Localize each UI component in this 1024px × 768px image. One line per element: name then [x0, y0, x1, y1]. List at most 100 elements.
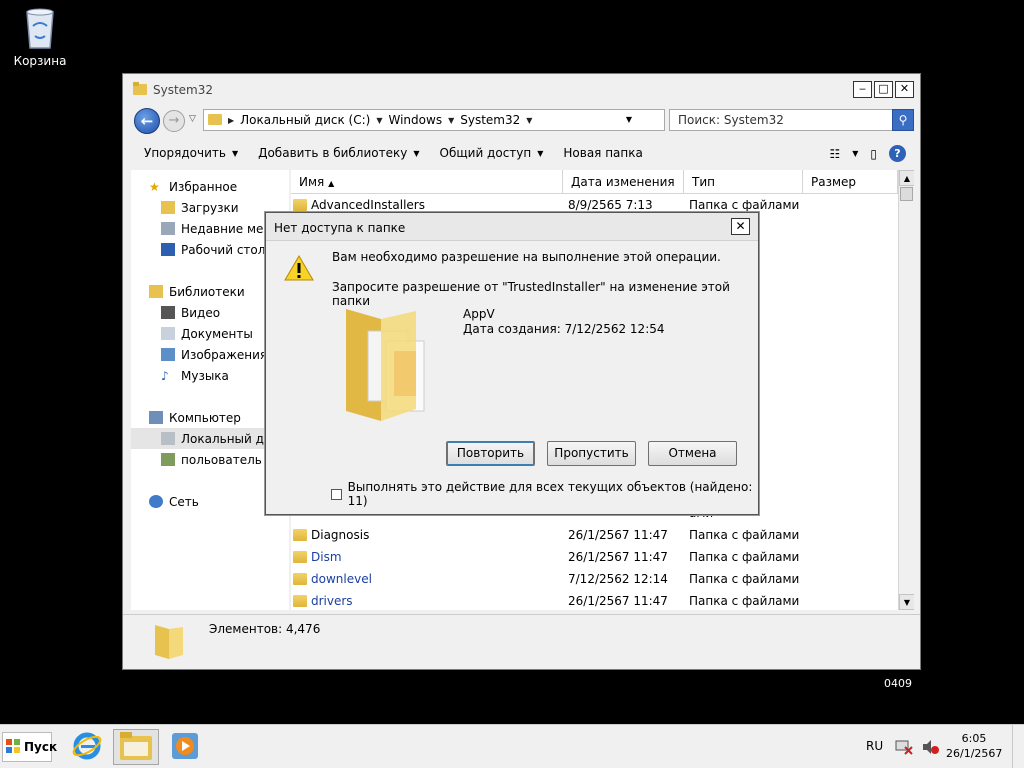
recent-places-icon	[161, 222, 175, 235]
scroll-down-button[interactable]: ▼	[899, 594, 914, 610]
file-type: Папка с файлами	[689, 550, 800, 564]
recycle-bin-label: Корзина	[13, 54, 67, 68]
vertical-scrollbar[interactable]: ▲ ▼	[898, 170, 914, 610]
clock[interactable]: 6:05 26/1/2567	[946, 731, 1002, 761]
folder-icon	[293, 551, 307, 563]
file-name: downlevel	[311, 572, 372, 586]
file-date: 26/1/2567 11:47	[568, 550, 668, 564]
folder-preview-icon	[336, 301, 436, 426]
star-icon: ★	[149, 180, 160, 194]
table-row[interactable]: Dism 26/1/2567 11:47 Папка с файлами	[291, 546, 898, 568]
breadcrumb[interactable]: Windows ▼	[389, 113, 455, 127]
computer-icon	[149, 411, 163, 424]
new-folder-button[interactable]: Новая папка	[563, 146, 642, 160]
view-dropdown-icon[interactable]: ▼	[852, 149, 858, 158]
address-bar[interactable]: ▶ Локальный диск (C:) ▼ Windows ▼ System32…	[203, 109, 692, 131]
desktop-icon	[161, 243, 175, 256]
libraries-icon	[149, 285, 163, 298]
back-button[interactable]: ←	[134, 108, 160, 134]
access-denied-dialog: Нет доступа к папке ✕ Вам необходимо раз…	[265, 212, 759, 515]
video-icon	[161, 306, 175, 319]
scroll-up-button[interactable]: ▲	[899, 170, 914, 186]
minimize-button[interactable]: ‒	[853, 81, 872, 98]
recycle-bin-icon	[23, 6, 57, 50]
search-icon[interactable]: ⚲	[892, 109, 914, 131]
breadcrumb[interactable]: Локальный диск (C:) ▼	[240, 113, 382, 127]
add-to-library-button[interactable]: Добавить в библиотеку ▼	[258, 146, 419, 160]
file-date: 26/1/2567 11:47	[568, 528, 668, 542]
folder-icon	[133, 82, 147, 98]
chevron-icon[interactable]: ▶	[228, 116, 234, 125]
dialog-close-button[interactable]: ✕	[731, 218, 750, 235]
table-row[interactable]: drivers 26/1/2567 11:47 Папка с файлами	[291, 590, 898, 610]
folder-icon	[293, 573, 307, 585]
retry-button[interactable]: Повторить	[446, 441, 535, 466]
file-type: Папка с файлами	[689, 528, 800, 542]
file-name: drivers	[311, 594, 353, 608]
checkbox[interactable]	[331, 488, 342, 500]
file-type: Папка с файлами	[689, 594, 800, 608]
command-bar: Упорядочить ▼ Добавить в библиотеку ▼ Общи…	[123, 138, 920, 168]
table-row[interactable]: Diagnosis 26/1/2567 11:47 Папка с файлами	[291, 524, 898, 546]
images-icon	[161, 348, 175, 361]
organize-button[interactable]: Упорядочить ▼	[144, 146, 238, 160]
volume-muted-icon[interactable]	[921, 739, 939, 758]
column-size[interactable]: Размер	[803, 170, 898, 194]
history-dropdown-icon[interactable]: ▽	[189, 114, 196, 124]
dialog-title-bar[interactable]: Нет доступа к папке ✕	[266, 213, 758, 241]
share-button[interactable]: Общий доступ ▼	[440, 146, 544, 160]
folder-created: Дата создания: 7/12/2562 12:54	[463, 322, 665, 336]
skip-button[interactable]: Пропустить	[547, 441, 636, 466]
internet-explorer-icon	[72, 731, 102, 764]
cancel-button[interactable]: Отмена	[648, 441, 737, 466]
music-icon: ♪	[161, 369, 169, 383]
column-type[interactable]: Тип	[684, 170, 803, 194]
help-icon[interactable]: ?	[889, 145, 906, 162]
window-title: System32	[153, 83, 214, 97]
close-button[interactable]: ✕	[895, 81, 914, 98]
network-status-icon[interactable]	[895, 739, 913, 758]
folder-icon	[120, 731, 152, 763]
recycle-bin[interactable]: Корзина	[8, 6, 72, 68]
column-date[interactable]: Дата изменения	[563, 170, 684, 194]
table-row[interactable]: downlevel 7/12/2562 12:14 Папка с файлами	[291, 568, 898, 590]
details-pane: Элементов: 4,476	[123, 614, 920, 669]
documents-icon	[161, 327, 175, 340]
folder-name: AppV	[463, 307, 495, 321]
apply-all-checkbox[interactable]: Выполнять это действие для всех текущих …	[331, 480, 758, 508]
nav-favorites[interactable]: ★ Избранное	[131, 176, 289, 197]
folder-icon	[149, 621, 189, 661]
show-desktop-button[interactable]	[1012, 725, 1024, 768]
title-bar[interactable]: System32 ‒ □ ✕	[123, 74, 920, 104]
explorer-taskbar-button[interactable]	[113, 729, 159, 765]
downloads-icon	[161, 201, 175, 214]
media-player-button[interactable]	[162, 729, 208, 765]
preview-pane-icon[interactable]: ▯	[870, 147, 877, 161]
address-row: ← → ▽ ▶ Локальный диск (C:) ▼ Windows ▼ Sy…	[131, 106, 914, 134]
forward-button[interactable]: →	[163, 110, 185, 132]
dialog-title: Нет доступа к папке	[274, 221, 406, 235]
media-player-icon	[171, 732, 199, 763]
language-indicator[interactable]: RU	[866, 739, 883, 753]
folder-icon	[293, 595, 307, 607]
system-tray	[895, 739, 939, 758]
folder-icon	[293, 529, 307, 541]
maximize-button[interactable]: □	[874, 81, 893, 98]
breadcrumb[interactable]: System32 ▼	[460, 113, 532, 127]
start-button[interactable]: Пуск	[2, 732, 57, 762]
dialog-message: Вам необходимо разрешение на выполнение …	[332, 250, 721, 264]
file-date: 7/12/2562 12:14	[568, 572, 668, 586]
view-options-icon[interactable]: ☷	[829, 147, 840, 161]
scroll-thumb[interactable]	[900, 187, 913, 201]
address-dropdown-icon[interactable]: ▼	[626, 115, 632, 124]
warning-icon	[284, 255, 314, 284]
file-type: Папка с файлами	[689, 572, 800, 586]
version-text: 0409	[884, 677, 912, 690]
windows-logo-icon	[5, 738, 21, 757]
drive-icon	[161, 432, 175, 445]
column-name[interactable]: Имя ▲	[291, 170, 563, 194]
search-input[interactable]: Поиск: System32 ⚲	[669, 109, 914, 131]
internet-explorer-button[interactable]	[64, 729, 110, 765]
clock-date: 26/1/2567	[946, 747, 1003, 760]
file-name: Diagnosis	[311, 528, 370, 542]
